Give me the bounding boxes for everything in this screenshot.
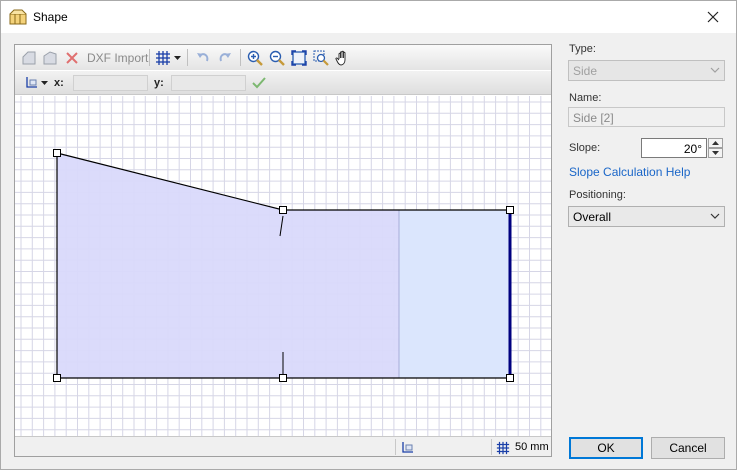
zoom-in-icon [247,50,263,66]
x-input[interactable] [73,75,148,91]
slope-input[interactable]: 20° [641,138,707,158]
drawing-canvas[interactable] [15,96,551,436]
delete-button[interactable] [62,48,82,68]
delete-icon [66,52,78,64]
coordinate-toolbar: x: y: [15,71,551,95]
pan-hand-icon [335,50,346,66]
cancel-button[interactable]: Cancel [651,437,725,459]
remove-corner-icon [43,51,57,65]
status-grid-icon [493,438,513,458]
name-label: Name: [569,92,602,104]
chevron-down-icon [710,67,720,73]
ok-button[interactable]: OK [569,437,643,459]
shape-app-icon [9,9,27,25]
name-field[interactable]: Side [2] [568,107,725,127]
editor-toolbar: DXF Import [15,45,551,70]
title-bar: Shape [1,1,736,33]
origin-button[interactable] [21,73,41,93]
vertex-handle [279,206,287,214]
grid-size-label: 50 mm [515,441,549,453]
positioning-select[interactable]: Overall [568,206,725,227]
slope-calculation-help-link[interactable]: Slope Calculation Help [569,165,690,179]
window-title: Shape [33,10,68,24]
zoom-fit-button[interactable] [289,48,309,68]
origin-dropdown-arrow[interactable] [39,73,49,93]
close-button[interactable] [690,1,736,32]
slope-increment-button[interactable] [708,138,723,148]
vertex-handle [53,374,61,382]
remove-corner-button[interactable] [40,48,60,68]
slope-label: Slope: [569,142,601,154]
y-label: y: [154,77,164,89]
status-origin-icon [397,438,417,458]
positioning-value: Overall [573,210,612,224]
grid-icon [496,441,510,455]
status-bar: 50 mm [15,436,551,456]
apply-check-icon [252,77,266,89]
chevron-up-icon [712,141,719,145]
vertex-handle [53,149,61,157]
origin-icon [26,77,37,88]
vertex-handle [506,374,514,382]
chevron-down-icon [40,81,48,85]
type-value: Side [573,64,598,78]
zoom-fit-icon [291,50,307,66]
pan-button[interactable] [333,48,353,68]
vertex-handle [506,206,514,214]
y-input[interactable] [171,75,246,91]
add-corner-icon [22,51,36,65]
dxf-import-button[interactable]: DXF Import [87,51,148,65]
origin-icon [402,442,413,453]
slope-decrement-button[interactable] [708,148,723,158]
redo-button[interactable] [215,48,235,68]
zoom-window-button[interactable] [311,48,331,68]
shape-dialog: Shape DXF Import x: y: 50 mm Type: Side … [0,0,737,470]
shape-extension-area [399,210,510,378]
type-select[interactable]: Side [568,60,725,81]
type-label: Type: [569,43,596,55]
chevron-down-icon [712,151,719,155]
apply-coordinates-button[interactable] [249,73,269,93]
grid-icon [156,51,170,65]
add-corner-button[interactable] [19,48,39,68]
redo-icon [219,53,231,62]
zoom-out-icon [269,50,285,66]
x-label: x: [54,77,64,89]
grid-dropdown-arrow[interactable] [171,48,183,68]
positioning-label: Positioning: [569,189,626,201]
chevron-down-icon [173,56,181,60]
close-icon [707,11,719,22]
undo-button[interactable] [193,48,213,68]
chevron-down-icon [710,213,720,219]
shape-editor: DXF Import x: y: 50 mm [14,44,552,457]
undo-icon [197,53,209,62]
zoom-window-icon [313,50,329,66]
grid-menu-button[interactable] [153,48,173,68]
vertex-handle [279,374,287,382]
zoom-out-button[interactable] [267,48,287,68]
zoom-in-button[interactable] [245,48,265,68]
